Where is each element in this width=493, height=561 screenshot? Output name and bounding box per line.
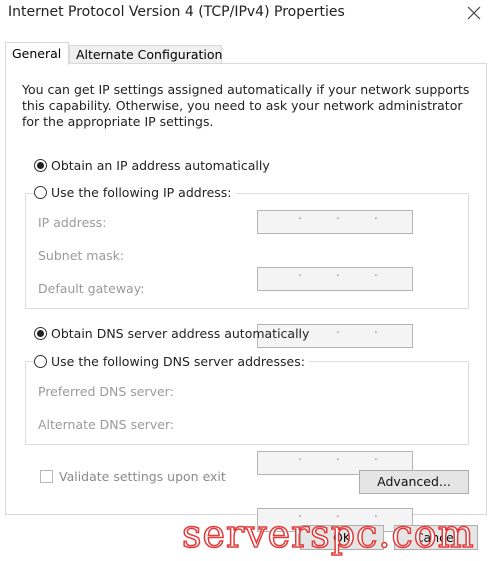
obtain-ip-auto-radio[interactable]: Obtain an IP address automatically [34, 158, 270, 173]
use-following-dns-radio[interactable]: Use the following DNS server addresses: [34, 354, 309, 369]
alternate-dns-label: Alternate DNS server: [38, 417, 175, 432]
preferred-dns-label: Preferred DNS server: [38, 384, 174, 399]
obtain-dns-auto-label: Obtain DNS server address automatically [51, 326, 310, 341]
checkbox-box [40, 470, 53, 483]
radio-indicator [34, 159, 47, 172]
ip-address-field[interactable] [257, 208, 413, 234]
close-icon [467, 6, 481, 20]
default-gateway-label: Default gateway: [38, 281, 145, 296]
validate-settings-label: Validate settings upon exit [59, 469, 226, 484]
obtain-dns-auto-radio[interactable]: Obtain DNS server address automatically [34, 326, 309, 341]
validate-settings-checkbox[interactable]: Validate settings upon exit [40, 469, 226, 484]
subnet-mask-label: Subnet mask: [38, 248, 125, 263]
tab-alternate-configuration[interactable]: Alternate Configuration [69, 45, 222, 64]
use-following-dns-label: Use the following DNS server addresses: [51, 354, 305, 369]
radio-indicator [34, 355, 47, 368]
use-following-ip-label: Use the following IP address: [51, 185, 232, 200]
dns-server-group [25, 361, 469, 445]
radio-indicator [34, 327, 47, 340]
close-button[interactable] [462, 0, 486, 26]
window-title: Internet Protocol Version 4 (TCP/IPv4) P… [8, 4, 345, 20]
radio-indicator [34, 186, 47, 199]
watermark-text: serverspc.com [181, 511, 475, 557]
description-text: You can get IP settings assigned automat… [22, 82, 470, 129]
use-following-ip-radio[interactable]: Use the following IP address: [34, 185, 236, 200]
ip-address-label: IP address: [38, 215, 107, 230]
obtain-ip-auto-label: Obtain an IP address automatically [51, 158, 270, 173]
tab-general[interactable]: General [5, 42, 69, 65]
subnet-mask-field[interactable] [257, 265, 413, 291]
advanced-button[interactable]: Advanced... [359, 470, 469, 494]
